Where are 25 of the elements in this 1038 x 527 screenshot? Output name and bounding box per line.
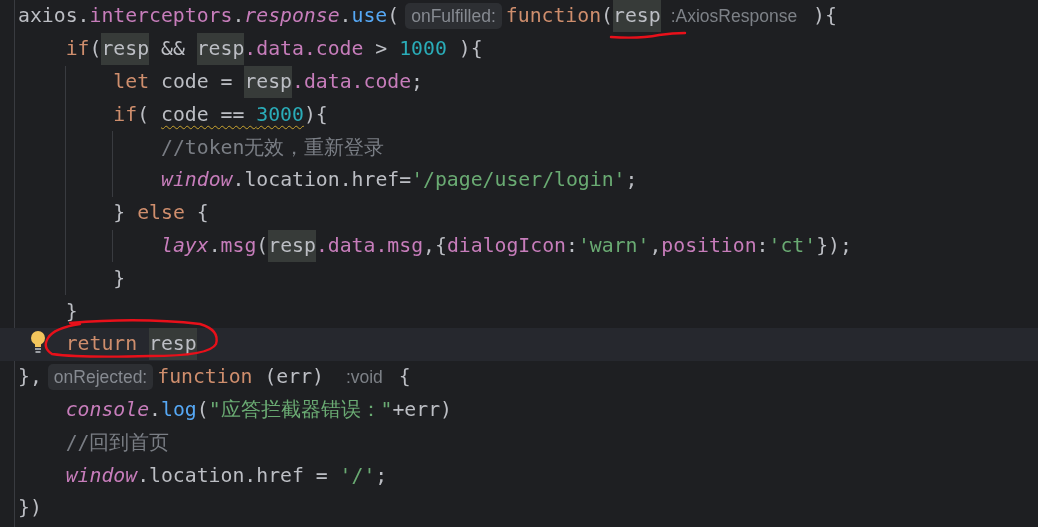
- code-line: let code = resp.data.code;: [113, 66, 424, 98]
- code-text: return resp: [65, 328, 197, 361]
- parameter-hint: onFulfilled:: [405, 3, 502, 30]
- code-line: }: [65, 298, 78, 325]
- code-line: }: [113, 265, 126, 292]
- code-line: console.log("应答拦截器错误："+err): [65, 396, 452, 423]
- code-line: {: [397, 364, 411, 391]
- code-line: if( code == 3000){: [113, 101, 328, 128]
- code-line: ){: [812, 3, 837, 30]
- parameter-hint: onRejected:: [47, 364, 154, 391]
- code-line: function(resp: [505, 0, 661, 33]
- code-line: layx.msg(resp.data.msg,{dialogIcon:'warn',position:'ct'});: [161, 229, 852, 262]
- code-line: axios.interceptors.response.use(: [18, 3, 400, 30]
- lightbulb-icon[interactable]: [30, 330, 46, 355]
- code-line: if(resp && resp.data.code > 1000 ){: [65, 33, 483, 66]
- code-line: //token无效，重新登录: [161, 134, 385, 161]
- type-hint: :AxiosResponse: [670, 5, 798, 27]
- code-line: } else {: [113, 200, 209, 227]
- code-line: function (err): [157, 364, 325, 391]
- code-line: },: [18, 364, 42, 391]
- code-line: //回到首页: [65, 429, 170, 456]
- code-line: window.location.href='/page/user/login';: [161, 167, 638, 194]
- code-line: }): [18, 495, 42, 522]
- type-hint: :void: [345, 366, 383, 388]
- code-line: window.location.href = '/';: [65, 462, 388, 489]
